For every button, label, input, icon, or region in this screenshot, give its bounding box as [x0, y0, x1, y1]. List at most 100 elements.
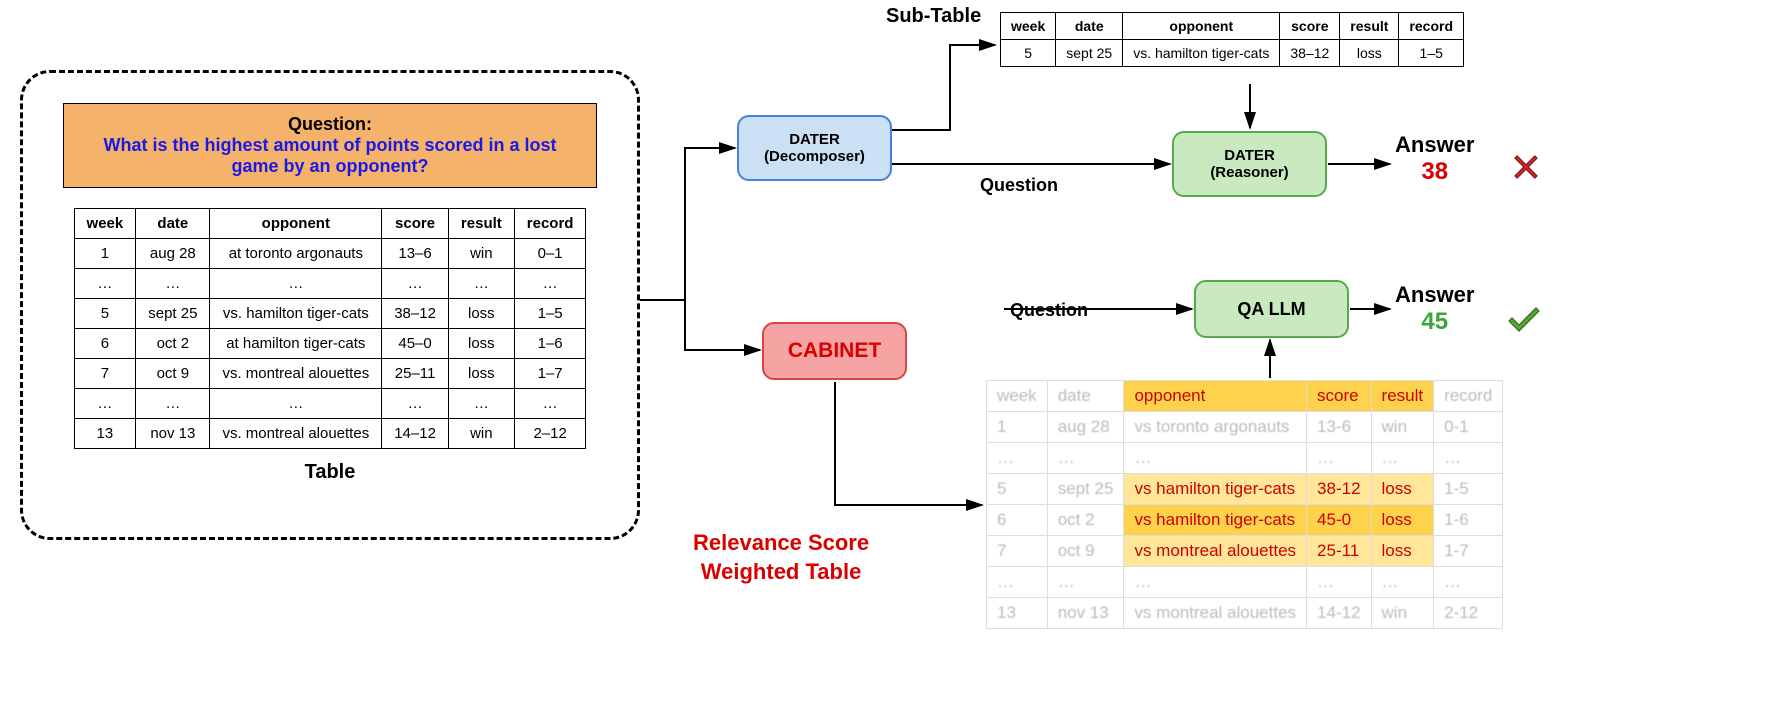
table-cell: … — [136, 269, 210, 299]
table-cell: 5 — [987, 474, 1048, 505]
table-cell: … — [210, 269, 382, 299]
main-table-header-cell: record — [514, 209, 586, 239]
table-cell: oct 9 — [1047, 536, 1124, 567]
table-cell: vs. montreal alouettes — [210, 359, 382, 389]
table-cell: win — [448, 239, 514, 269]
dater-reasoner-module: DATER (Reasoner) — [1172, 131, 1327, 197]
question-box: Question: What is the highest amount of … — [63, 103, 597, 188]
table-cell: score — [1307, 381, 1371, 412]
table-cell: 1–7 — [514, 359, 586, 389]
main-table-header-cell: date — [136, 209, 210, 239]
table-cell: loss — [1340, 40, 1399, 67]
table-cell: loss — [448, 359, 514, 389]
table-cell: … — [74, 269, 136, 299]
table-cell: 1–6 — [514, 329, 586, 359]
table-cell: oct 2 — [1047, 505, 1124, 536]
question-text: What is the highest amount of points sco… — [84, 135, 576, 177]
table-cell: aug 28 — [136, 239, 210, 269]
table-cell: vs toronto argonauts — [1124, 412, 1307, 443]
weighted-table: weekdateopponentscoreresultrecord1aug 28… — [986, 380, 1503, 629]
sub-table-header-cell: record — [1399, 13, 1464, 40]
answer-2-label: Answer — [1395, 282, 1474, 308]
main-table-header-cell: score — [382, 209, 449, 239]
table-cell: 45–0 — [382, 329, 449, 359]
table-row: 5sept 25vs. hamilton tiger-cats38–12loss… — [1001, 40, 1464, 67]
table-cell: … — [448, 269, 514, 299]
table-row: ……………… — [987, 567, 1503, 598]
answer-1-label: Answer — [1395, 132, 1474, 158]
table-cell: … — [382, 389, 449, 419]
relevance-l1: Relevance Score — [693, 530, 869, 555]
table-cell: 14–12 — [382, 419, 449, 449]
table-row: 7oct 9vs. montreal alouettes25–11loss1–7 — [74, 359, 586, 389]
table-cell: loss — [1371, 474, 1434, 505]
table-row: ……………… — [74, 389, 586, 419]
table-cell: opponent — [1124, 381, 1307, 412]
table-cell: oct 2 — [136, 329, 210, 359]
table-row: 5sept 25vs hamilton tiger-cats38-12loss1… — [987, 474, 1503, 505]
table-row: 1aug 28at toronto argonauts13–6win0–1 — [74, 239, 586, 269]
dater-reas-line1: DATER — [1186, 147, 1313, 164]
table-cell: aug 28 — [1047, 412, 1124, 443]
main-table-label: Table — [53, 461, 607, 484]
table-cell: … — [1371, 567, 1434, 598]
table-row: 13nov 13vs. montreal alouettes14–12win2–… — [74, 419, 586, 449]
cabinet-label: CABINET — [776, 339, 893, 363]
main-table: weekdateopponentscoreresultrecord 1aug 2… — [74, 208, 587, 449]
table-cell: loss — [448, 299, 514, 329]
table-cell: 1-6 — [1434, 505, 1503, 536]
sub-table: weekdateopponentscoreresultrecord 5sept … — [1000, 12, 1464, 67]
table-cell: … — [1047, 567, 1124, 598]
table-cell: loss — [1371, 505, 1434, 536]
table-row: 6oct 2at hamilton tiger-cats45–0loss1–6 — [74, 329, 586, 359]
table-cell: 2-12 — [1434, 598, 1503, 629]
table-cell: nov 13 — [136, 419, 210, 449]
table-cell: … — [514, 389, 586, 419]
sub-table-header-cell: score — [1280, 13, 1340, 40]
answer-2-value: 45 — [1395, 308, 1474, 336]
table-cell: … — [1434, 443, 1503, 474]
sub-table-header-cell: opponent — [1123, 13, 1280, 40]
table-cell: 2–12 — [514, 419, 586, 449]
table-cell: … — [1434, 567, 1503, 598]
table-cell: vs. hamilton tiger-cats — [1123, 40, 1280, 67]
table-cell: vs. montreal alouettes — [210, 419, 382, 449]
table-cell: 1 — [987, 412, 1048, 443]
table-cell: vs montreal alouettes — [1124, 536, 1307, 567]
sub-table-header-cell: result — [1340, 13, 1399, 40]
table-cell: 25–11 — [382, 359, 449, 389]
table-cell: … — [1047, 443, 1124, 474]
table-cell: 6 — [987, 505, 1048, 536]
table-cell: … — [136, 389, 210, 419]
check-icon — [1504, 298, 1544, 343]
table-cell: … — [448, 389, 514, 419]
table-cell: 38-12 — [1307, 474, 1371, 505]
table-cell: … — [74, 389, 136, 419]
table-cell: 13-6 — [1307, 412, 1371, 443]
table-cell: sept 25 — [1047, 474, 1124, 505]
question-arrow-label-1: Question — [980, 175, 1058, 196]
table-cell: 45-0 — [1307, 505, 1371, 536]
table-cell: … — [382, 269, 449, 299]
table-cell: … — [1307, 567, 1371, 598]
sub-table-header-cell: week — [1001, 13, 1056, 40]
dater-decomp-line2: (Decomposer) — [751, 148, 878, 165]
table-cell: 5 — [74, 299, 136, 329]
table-cell: result — [1371, 381, 1434, 412]
table-cell: win — [448, 419, 514, 449]
table-row: 13nov 13vs montreal alouettes14-12win2-1… — [987, 598, 1503, 629]
table-cell: … — [1124, 443, 1307, 474]
table-cell: 25-11 — [1307, 536, 1371, 567]
table-cell: record — [1434, 381, 1503, 412]
table-cell: … — [1307, 443, 1371, 474]
answer-1-value: 38 — [1395, 158, 1474, 186]
table-cell: 0-1 — [1434, 412, 1503, 443]
table-cell: win — [1371, 598, 1434, 629]
table-cell: vs. hamilton tiger-cats — [210, 299, 382, 329]
table-cell: 1–5 — [514, 299, 586, 329]
table-cell: loss — [448, 329, 514, 359]
table-cell: 7 — [74, 359, 136, 389]
main-table-header-cell: result — [448, 209, 514, 239]
relevance-label: Relevance Score Weighted Table — [693, 529, 869, 586]
sub-table-header-cell: date — [1056, 13, 1123, 40]
